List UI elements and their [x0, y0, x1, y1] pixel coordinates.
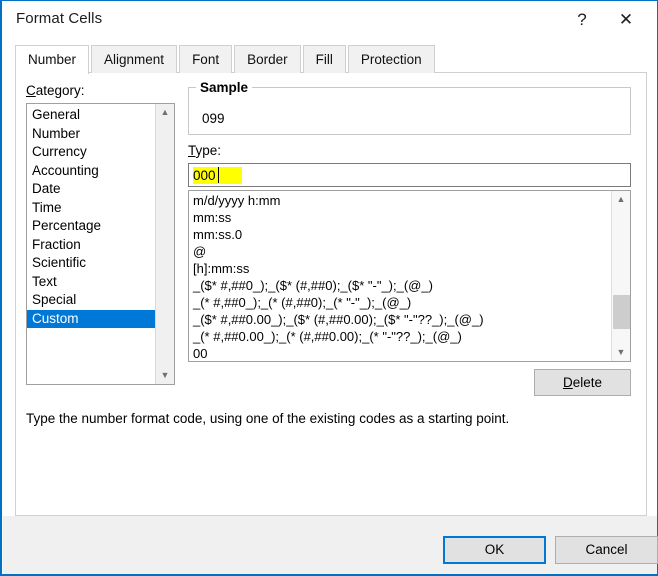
tab-protection[interactable]: Protection [347, 45, 435, 73]
category-item-number[interactable]: Number [27, 125, 155, 144]
scroll-down-icon[interactable]: ▼ [156, 367, 174, 384]
list-item[interactable]: 00 [189, 345, 611, 361]
list-item[interactable]: _(* #,##0.00_);_(* (#,##0.00);_(* "-"??_… [189, 328, 611, 345]
type-label: Type: [188, 143, 222, 158]
list-item[interactable]: [h]:mm:ss [189, 260, 611, 277]
list-item[interactable]: _($* #,##0.00_);_($* (#,##0.00);_($* "-"… [189, 311, 611, 328]
list-item[interactable]: mm:ss.0 [189, 226, 611, 243]
scrollbar-thumb[interactable] [613, 295, 630, 329]
number-tab-pane: Category: General Number Currency Accoun… [15, 73, 647, 516]
category-item-time[interactable]: Time [27, 199, 155, 218]
scroll-down-icon[interactable]: ▼ [612, 344, 630, 361]
category-item-currency[interactable]: Currency [27, 143, 155, 162]
category-listbox[interactable]: General Number Currency Accounting Date … [26, 103, 175, 385]
tab-alignment[interactable]: Alignment [91, 45, 178, 73]
tab-border[interactable]: Border [234, 45, 301, 73]
cancel-button[interactable]: Cancel [555, 536, 658, 564]
category-scrollbar[interactable]: ▲ ▼ [155, 104, 174, 384]
list-item[interactable]: mm:ss [189, 209, 611, 226]
sample-value: 099 [202, 111, 225, 126]
dialog-footer: OK Cancel [3, 516, 658, 574]
text-caret [218, 167, 219, 183]
sample-label: Sample [196, 80, 253, 95]
category-item-percentage[interactable]: Percentage [27, 217, 155, 236]
close-icon[interactable]: ✕ [609, 5, 643, 35]
tab-strip: Number Alignment Font Border Fill Protec… [15, 45, 647, 74]
sample-groupbox [188, 87, 631, 135]
category-item-custom[interactable]: Custom [27, 309, 155, 328]
category-item-accounting[interactable]: Accounting [27, 162, 155, 181]
category-item-special[interactable]: Special [27, 291, 155, 310]
format-code-listbox[interactable]: m/d/yyyy h:mm mm:ss mm:ss.0 @ [h]:mm:ss … [188, 190, 631, 362]
format-list-scrollbar[interactable]: ▲ ▼ [611, 191, 630, 361]
dialog-title: Format Cells [16, 10, 103, 27]
list-item[interactable]: _($* #,##0_);_($* (#,##0);_($* "-"_);_(@… [189, 277, 611, 294]
format-code-items: m/d/yyyy h:mm mm:ss mm:ss.0 @ [h]:mm:ss … [189, 192, 611, 361]
format-cells-dialog: Format Cells ? ✕ Number Alignment Font B… [0, 0, 658, 576]
scroll-up-icon[interactable]: ▲ [612, 191, 630, 208]
category-items: General Number Currency Accounting Date … [27, 106, 155, 328]
title-bar: Format Cells ? ✕ [2, 1, 657, 39]
category-label: Category: [26, 83, 85, 98]
list-item[interactable]: _(* #,##0_);_(* (#,##0);_(* "-"_);_(@_) [189, 294, 611, 311]
list-item[interactable]: @ [189, 243, 611, 260]
tab-number[interactable]: Number [15, 45, 90, 74]
category-item-scientific[interactable]: Scientific [27, 254, 155, 273]
type-input[interactable]: 000 [188, 163, 631, 187]
scroll-up-icon[interactable]: ▲ [156, 104, 174, 121]
tab-fill[interactable]: Fill [302, 45, 346, 73]
category-item-fraction[interactable]: Fraction [27, 236, 155, 255]
category-item-date[interactable]: Date [27, 180, 155, 199]
tab-font[interactable]: Font [179, 45, 233, 73]
ok-button[interactable]: OK [443, 536, 546, 564]
hint-text: Type the number format code, using one o… [26, 411, 510, 426]
category-item-text[interactable]: Text [27, 273, 155, 292]
category-item-general[interactable]: General [27, 106, 155, 125]
help-icon[interactable]: ? [565, 5, 599, 35]
delete-button[interactable]: Delete [534, 369, 631, 396]
list-item[interactable]: m/d/yyyy h:mm [189, 192, 611, 209]
